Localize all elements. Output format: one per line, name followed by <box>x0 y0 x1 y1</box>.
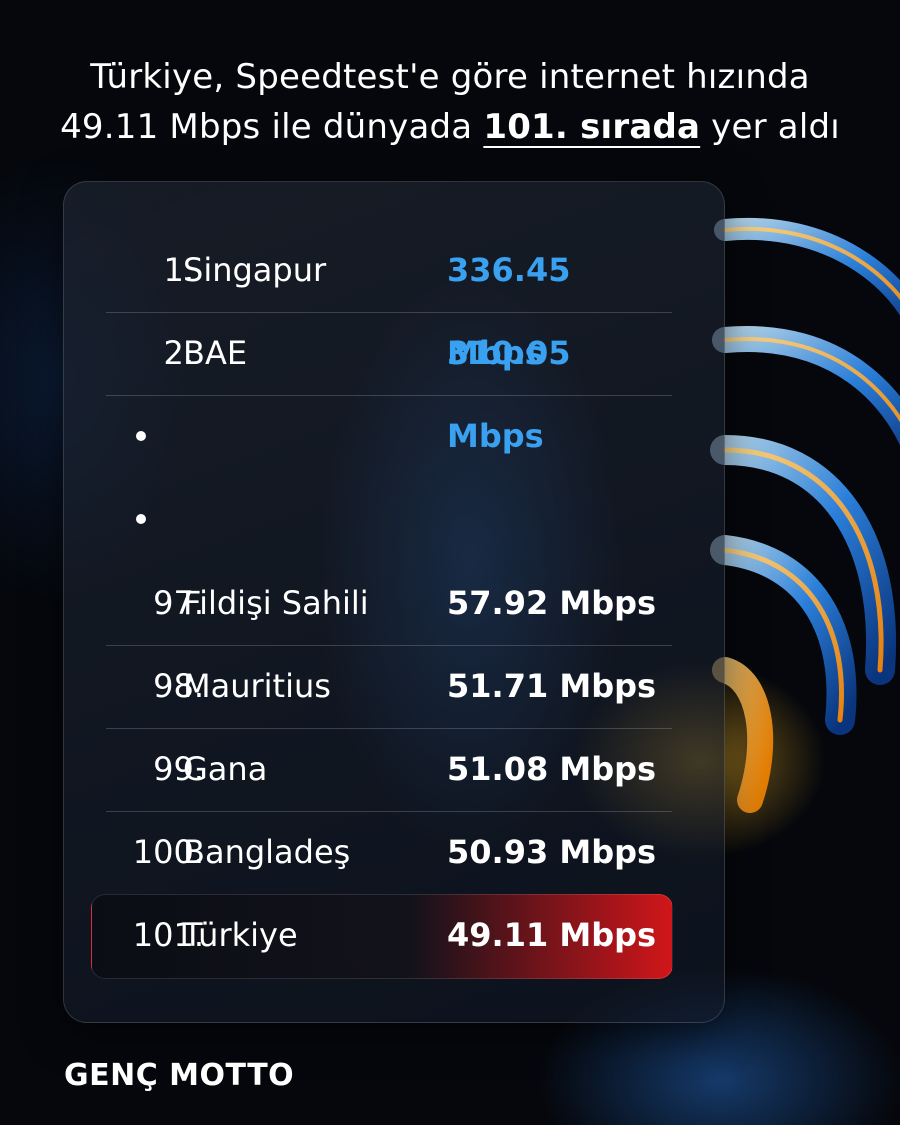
country-name: Mauritius <box>183 667 331 705</box>
speed-value: 50.93 Mbps <box>447 833 657 871</box>
ranking-row: 1. Singapur 336.45 Mbps <box>106 229 672 372</box>
country-name: Singapur <box>183 251 327 289</box>
headline-line-2: 49.11 Mbps ile dünyada 101. sırada yer a… <box>0 102 900 152</box>
ellipsis-dot-row <box>106 395 306 478</box>
headline-line-1: Türkiye, Speedtest'e göre internet hızın… <box>90 57 810 97</box>
rank-number: 2. <box>163 334 194 372</box>
ranking-row: 100. Bangladeş 50.93 Mbps <box>106 811 672 894</box>
country-name: Bangladeş <box>183 833 351 871</box>
ellipsis-dot <box>136 431 146 441</box>
country-name: BAE <box>183 334 248 372</box>
country-name: Fildişi Sahili <box>183 584 369 622</box>
headline-line-2-suffix: yer aldı <box>700 107 840 147</box>
headline: Türkiye, Speedtest'e göre internet hızın… <box>0 52 900 152</box>
speed-value: 51.71 Mbps <box>447 667 657 705</box>
speed-value: 49.11 Mbps <box>447 916 657 954</box>
ellipsis-dot-row <box>106 478 306 561</box>
headline-line-2-prefix: 49.11 Mbps ile dünyada <box>60 107 484 147</box>
brand-logo: GENÇ MOTTO <box>64 1058 295 1093</box>
ranking-card: 1. Singapur 336.45 Mbps 2. BAE 310.05 Mb… <box>63 181 725 1023</box>
speed-value: 310.05 Mbps <box>447 334 571 455</box>
speed-value: 51.08 Mbps <box>447 750 657 788</box>
speed-value: 57.92 Mbps <box>447 584 657 622</box>
ranking-row: 2. BAE 310.05 Mbps <box>106 312 672 455</box>
ranking-row: 98. Mauritius 51.71 Mbps <box>106 645 672 729</box>
headline-emphasis: 101. sırada <box>483 107 701 147</box>
ellipsis-dot <box>136 514 146 524</box>
country-name: Türkiye <box>183 916 298 954</box>
country-name: Gana <box>183 750 268 788</box>
ranking-row: 97. Fildişi Sahili 57.92 Mbps <box>106 562 672 646</box>
ranking-row: 99. Gana 51.08 Mbps <box>106 728 672 812</box>
speed-value: 336.45 Mbps <box>447 251 571 372</box>
rank-number: 1. <box>163 251 194 289</box>
ranking-row-highlighted: 101. Türkiye 49.11 Mbps <box>106 894 672 977</box>
